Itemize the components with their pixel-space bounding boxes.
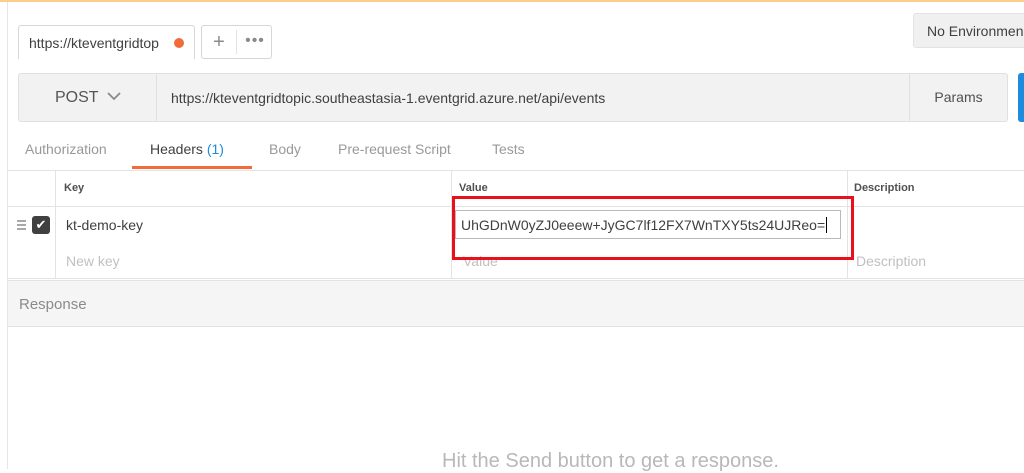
drag-handle-icon[interactable] (17, 220, 26, 230)
url-text: https://kteventgridtopic.southeastasia-1… (171, 90, 606, 106)
new-key-input[interactable]: New key (66, 253, 120, 269)
response-title: Response (19, 296, 87, 313)
column-header-description: Description (854, 182, 915, 194)
new-description-input[interactable]: Description (856, 253, 926, 269)
tab-actions-divider (236, 30, 237, 54)
response-header: Response (8, 280, 1024, 327)
row-enabled-checkbox[interactable]: ✔ (32, 216, 50, 234)
active-tab-indicator (132, 166, 252, 169)
table-border-top (8, 170, 1024, 171)
chevron-down-icon (107, 86, 121, 111)
tab-label: https://kteventgridtop (29, 35, 159, 51)
table-border-bottom (8, 278, 1024, 279)
empty-response-message: Hit the Send button to get a response. (442, 450, 779, 472)
tab-actions: + ••• (201, 25, 272, 59)
tab-prerequest-script[interactable]: Pre-request Script (338, 141, 451, 157)
request-tab[interactable]: https://kteventgridtop (18, 25, 195, 59)
top-accent-line (0, 0, 1024, 2)
url-input[interactable]: https://kteventgridtopic.southeastasia-1… (156, 74, 910, 121)
more-tabs-button[interactable]: ••• (238, 26, 272, 58)
header-key-cell[interactable]: kt-demo-key (66, 217, 143, 233)
method-label: POST (55, 89, 99, 106)
annotation-highlight-box (452, 196, 854, 260)
table-col-divider (55, 170, 56, 279)
tab-authorization[interactable]: Authorization (25, 141, 107, 157)
request-bar: POST https://kteventgridtopic.southeasta… (18, 73, 1008, 122)
new-tab-button[interactable]: + (202, 26, 236, 58)
environment-label: No Environmen (927, 23, 1024, 39)
params-button[interactable]: Params (910, 74, 1007, 121)
column-header-key: Key (64, 182, 85, 194)
tab-tests[interactable]: Tests (492, 141, 525, 157)
tab-body[interactable]: Body (269, 141, 301, 157)
environment-select[interactable]: No Environmen (913, 13, 1024, 48)
tab-headers[interactable]: Headers (1) (150, 141, 224, 157)
column-header-value: Value (459, 182, 488, 194)
send-button[interactable] (1018, 73, 1024, 122)
tab-headers-count: (1) (206, 141, 224, 157)
method-select[interactable]: POST (19, 74, 156, 121)
tab-headers-label: Headers (150, 141, 203, 157)
unsaved-dot-icon (174, 38, 184, 48)
